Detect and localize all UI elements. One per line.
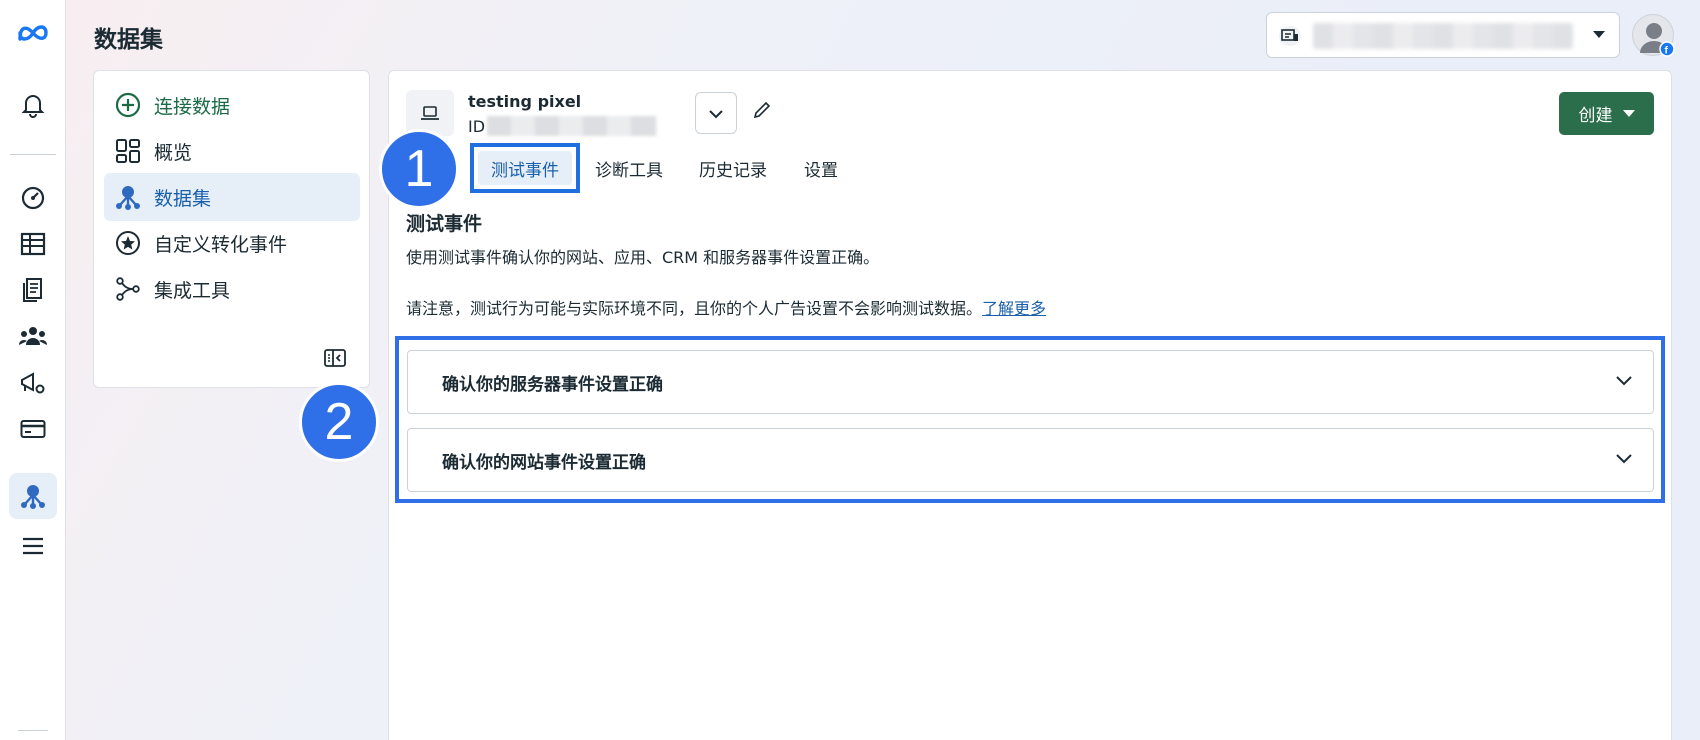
- tab-label: 测试事件: [491, 160, 559, 181]
- tab-test-events[interactable]: 测试事件: [470, 143, 580, 193]
- grid-icon: [114, 137, 142, 165]
- edit-name-button[interactable]: [748, 98, 776, 126]
- chevron-down-icon: [1615, 449, 1633, 469]
- caret-down-icon: [1593, 31, 1605, 38]
- nav-item-label: 自定义转化事件: [154, 233, 288, 256]
- accordion-website-events[interactable]: 确认你的网站事件设置正确: [407, 428, 1654, 492]
- page-title: 数据集: [94, 27, 163, 53]
- menu-icon[interactable]: [9, 523, 57, 569]
- nav-item-label: 数据集: [154, 187, 212, 210]
- star-circle-icon: [114, 229, 142, 257]
- note-text: 请注意，测试行为可能与实际环境不同，且你的个人广告设置不会影响测试数据。: [406, 299, 983, 318]
- dataset-id-label: ID: [468, 116, 486, 136]
- tab-label: 设置: [804, 160, 838, 181]
- dataset-dropdown-button[interactable]: [695, 92, 737, 134]
- accordion-label: 确认你的网站事件设置正确: [442, 452, 646, 473]
- section-description: 使用测试事件确认你的网站、应用、CRM 和服务器事件设置正确。: [406, 248, 880, 267]
- meta-logo-icon[interactable]: [9, 10, 57, 56]
- nav-item-connect-data[interactable]: 连接数据: [104, 81, 360, 129]
- chevron-down-icon: [1615, 371, 1633, 391]
- collapse-panel-icon[interactable]: [322, 347, 348, 369]
- step-badge-1: 1: [379, 129, 459, 209]
- dataset-icon: [114, 183, 142, 211]
- tab-label: 历史记录: [699, 160, 767, 181]
- create-button[interactable]: 创建: [1559, 92, 1654, 135]
- nav-item-integrations[interactable]: 集成工具: [104, 265, 360, 313]
- dataset-nav-panel: 连接数据 概览 数据集 自定义转化事件 集成工具: [93, 70, 370, 388]
- nav-item-label: 集成工具: [154, 279, 231, 302]
- people-icon[interactable]: [9, 313, 57, 359]
- tab-settings[interactable]: 设置: [800, 143, 842, 193]
- tab-label: 诊断工具: [595, 160, 663, 181]
- megaphone-gear-icon[interactable]: [9, 360, 57, 406]
- chevron-down-icon: [708, 104, 724, 123]
- dataset-id-redacted: [487, 116, 658, 136]
- integration-icon: [114, 275, 142, 303]
- step-badge-2: 2: [299, 382, 379, 462]
- nav-item-overview[interactable]: 概览: [104, 127, 360, 175]
- avatar[interactable]: f: [1632, 14, 1675, 57]
- create-button-label: 创建: [1578, 106, 1613, 126]
- nav-item-label: 概览: [154, 141, 193, 164]
- tab-diagnostics[interactable]: 诊断工具: [592, 143, 666, 193]
- nav-item-datasets[interactable]: 数据集: [104, 173, 360, 221]
- dataset-id: ID: [468, 116, 658, 136]
- documents-icon[interactable]: [9, 267, 57, 313]
- caret-down-icon: [1622, 110, 1635, 117]
- account-selector[interactable]: [1266, 12, 1620, 58]
- learn-more-link[interactable]: 了解更多: [982, 299, 1046, 318]
- accordion-server-events[interactable]: 确认你的服务器事件设置正确: [407, 350, 1654, 414]
- bell-icon[interactable]: [9, 82, 57, 128]
- business-icon: [1279, 26, 1301, 46]
- tab-history[interactable]: 历史记录: [696, 143, 770, 193]
- accordion-label: 确认你的服务器事件设置正确: [442, 374, 663, 395]
- dataset-icon[interactable]: [9, 473, 57, 519]
- dashboard-icon[interactable]: [9, 174, 57, 220]
- account-name-redacted: [1313, 23, 1573, 49]
- section-title: 测试事件: [406, 213, 483, 235]
- dataset-name: testing pixel: [468, 92, 582, 111]
- plus-circle-icon: [114, 91, 142, 119]
- table-icon[interactable]: [9, 221, 57, 267]
- left-rail: [0, 0, 66, 740]
- pencil-icon: [752, 100, 772, 124]
- nav-item-label: 连接数据: [154, 95, 231, 118]
- nav-item-custom-conversions[interactable]: 自定义转化事件: [104, 219, 360, 267]
- section-note: 请注意，测试行为可能与实际环境不同，且你的个人广告设置不会影响测试数据。了解更多: [406, 295, 1046, 319]
- card-icon[interactable]: [9, 406, 57, 452]
